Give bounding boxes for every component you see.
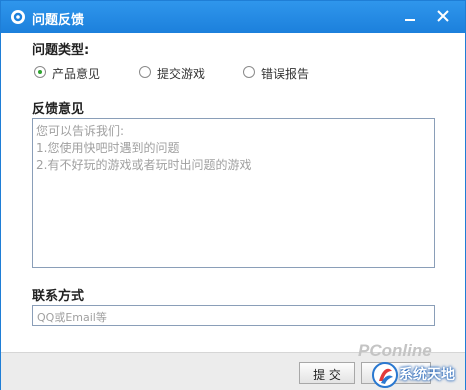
radio-label: 产品意见 (52, 67, 101, 81)
contact-placeholder: QQ或Email等 (37, 311, 107, 324)
radio-submit-game[interactable]: 提交游戏 (139, 65, 229, 81)
feedback-hint-line: 1.您使用快吧时遇到的问题 (36, 141, 180, 155)
radio-selected-dot (38, 70, 42, 74)
feedback-hint-line: 2.有不好玩的游戏或者玩时出问题的游戏 (36, 158, 252, 172)
watermark-cn: 系统天地 (399, 367, 455, 383)
feedback-label: 反馈意见 (32, 102, 85, 117)
watermark-text: PConline (358, 341, 432, 360)
problem-type-label: 问题类型: (32, 43, 90, 58)
submit-button[interactable]: 提 交 (299, 362, 355, 384)
contact-label: 联系方式 (32, 289, 85, 304)
radio-label: 错误报告 (261, 67, 310, 81)
radio-circle (139, 66, 151, 78)
app-icon (11, 10, 25, 24)
minimize-icon[interactable] (399, 5, 421, 27)
feedback-dialog: 问题反馈 问题类型: 产品意见 提交游戏 错误报告 反馈意见 您可以告诉我们: … (0, 0, 466, 390)
feedback-hint-line: 您可以告诉我们: (36, 124, 125, 138)
radio-circle (34, 66, 46, 78)
watermark-logo-icon (372, 362, 398, 388)
radio-error-report[interactable]: 错误报告 (243, 65, 333, 81)
window-title: 问题反馈 (32, 13, 85, 28)
radio-label: 提交游戏 (157, 67, 206, 81)
radio-product-opinion[interactable]: 产品意见 (34, 65, 124, 81)
contact-input[interactable]: QQ或Email等 (32, 305, 435, 326)
close-icon[interactable] (432, 5, 454, 27)
feedback-textarea[interactable]: 您可以告诉我们: 1.您使用快吧时遇到的问题 2.有不好玩的游戏或者玩时出问题的… (32, 118, 435, 268)
title-bar[interactable]: 问题反馈 (1, 1, 465, 33)
submit-button-label: 提 交 (313, 368, 341, 382)
radio-circle (243, 66, 255, 78)
